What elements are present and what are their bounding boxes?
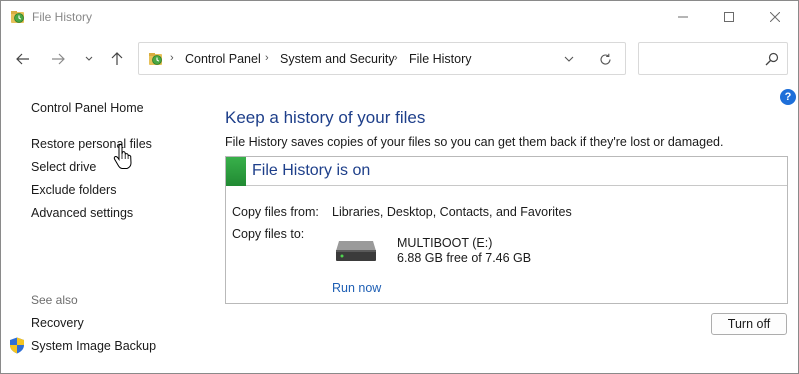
file-history-window: File History › Control Panel › System an… — [0, 0, 799, 374]
back-button[interactable] — [11, 47, 35, 71]
copy-to-label: Copy files to: — [232, 227, 305, 241]
run-now-link[interactable]: Run now — [332, 281, 381, 295]
address-bar[interactable]: › Control Panel › System and Security › … — [138, 42, 626, 75]
chevron-down-icon — [564, 56, 574, 62]
breadcrumb-separator: › — [394, 52, 398, 64]
breadcrumb-separator: › — [265, 52, 269, 64]
forward-arrow-icon — [52, 53, 65, 65]
sidebar-item-system-image-backup[interactable]: System Image Backup — [31, 339, 156, 353]
search-icon — [765, 52, 779, 66]
file-history-icon — [149, 53, 162, 65]
breadcrumb-separator: › — [170, 52, 174, 64]
hand-cursor-icon — [113, 144, 132, 169]
up-button[interactable] — [105, 47, 129, 71]
back-arrow-icon — [16, 53, 29, 65]
sidebar-item-select-drive[interactable]: Select drive — [31, 160, 96, 174]
page-title: Keep a history of your files — [225, 108, 426, 127]
address-dropdown-button[interactable] — [559, 50, 579, 68]
sidebar-item-advanced-settings[interactable]: Advanced settings — [31, 206, 133, 220]
page-description: File History saves copies of your files … — [225, 135, 724, 149]
up-arrow-icon — [111, 52, 123, 65]
file-history-icon — [11, 11, 24, 23]
sidebar-item-exclude-folders[interactable]: Exclude folders — [31, 183, 116, 197]
breadcrumb-system-and-security[interactable]: System and Security — [280, 52, 395, 66]
navigation-bar: › Control Panel › System and Security › … — [1, 37, 798, 81]
drive-free-space: 6.88 GB free of 7.46 GB — [397, 251, 532, 265]
see-also-label: See also — [31, 293, 78, 307]
shield-icon — [10, 337, 24, 354]
sidebar: Control Panel Home Restore personal file… — [1, 81, 211, 373]
turn-off-button[interactable]: Turn off — [711, 313, 787, 335]
status-panel: File History is on Copy files from: Libr… — [225, 156, 788, 304]
status-indicator — [226, 157, 246, 186]
status-header: File History is on — [226, 157, 787, 186]
refresh-icon — [599, 53, 611, 65]
close-button[interactable] — [752, 1, 798, 33]
help-icon[interactable]: ? — [780, 89, 796, 105]
recent-dropdown-icon — [85, 56, 93, 61]
maximize-icon — [724, 12, 734, 22]
drive-name: MULTIBOOT (E:) — [397, 236, 493, 250]
search-input[interactable] — [638, 42, 788, 75]
minimize-button[interactable] — [660, 1, 706, 33]
sidebar-item-recovery[interactable]: Recovery — [31, 316, 84, 330]
breadcrumb-control-panel[interactable]: Control Panel — [185, 52, 261, 66]
maximize-button[interactable] — [706, 1, 752, 33]
forward-button[interactable] — [46, 47, 70, 71]
close-icon — [770, 12, 780, 22]
window-title: File History — [32, 10, 93, 24]
drive-icon — [336, 241, 376, 261]
recent-locations-button[interactable] — [77, 47, 101, 71]
refresh-button[interactable] — [595, 49, 615, 69]
sidebar-item-control-panel-home[interactable]: Control Panel Home — [31, 101, 144, 115]
status-text: File History is on — [252, 162, 371, 179]
minimize-icon — [678, 16, 688, 18]
breadcrumb-file-history[interactable]: File History — [409, 52, 472, 66]
title-bar: File History — [1, 1, 798, 33]
copy-from-label: Copy files from: — [232, 205, 319, 219]
copy-from-value: Libraries, Desktop, Contacts, and Favori… — [332, 205, 572, 219]
